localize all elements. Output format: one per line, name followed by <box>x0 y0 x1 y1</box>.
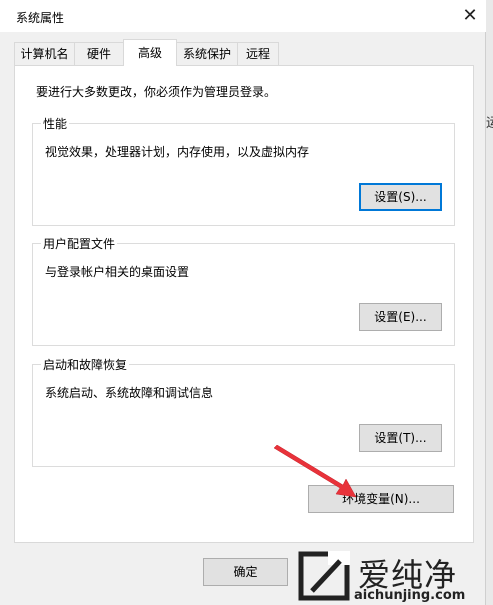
startup-recovery-description: 系统启动、系统故障和调试信息 <box>45 386 214 400</box>
startup-recovery-title: 启动和故障恢复 <box>41 356 130 373</box>
red-arrow-annotation <box>273 445 357 498</box>
performance-title: 性能 <box>41 115 70 132</box>
startup-recovery-group: 启动和故障恢复 系统启动、系统故障和调试信息 设置(T)... <box>32 356 455 467</box>
admin-notice: 要进行大多数更改，你必须作为管理员登录。 <box>36 85 277 99</box>
user-profiles-group: 用户配置文件 与登录帐户相关的桌面设置 设置(E)... <box>32 235 455 346</box>
tab-computer-name[interactable]: 计算机名 <box>14 42 75 65</box>
system-properties-dialog: 系统属性 ✕ 计算机名 硬件 高级 系统保护 远程 要进行大多数更改，你必须作为… <box>0 0 486 605</box>
title-bar: 系统属性 ✕ <box>0 0 486 32</box>
tab-system-protection[interactable]: 系统保护 <box>176 42 238 65</box>
close-button[interactable]: ✕ <box>458 4 482 28</box>
tab-remote[interactable]: 远程 <box>237 42 279 65</box>
tab-advanced[interactable]: 高级 <box>123 39 177 66</box>
performance-group: 性能 视觉效果，处理器计划，内存使用，以及虚拟内存 设置(S)... <box>32 115 455 226</box>
advanced-tab-panel: 要进行大多数更改，你必须作为管理员登录。 性能 视觉效果，处理器计划，内存使用，… <box>14 65 474 543</box>
user-profiles-title: 用户配置文件 <box>41 235 118 252</box>
close-icon: ✕ <box>462 5 478 26</box>
performance-description: 视觉效果，处理器计划，内存使用，以及虚拟内存 <box>45 145 310 159</box>
watermark-url: aichunjing.com <box>354 588 466 603</box>
window-title: 系统属性 <box>16 11 65 25</box>
background-window-edge <box>486 0 493 605</box>
user-profiles-settings-button[interactable]: 设置(E)... <box>359 303 442 331</box>
tab-hardware[interactable]: 硬件 <box>74 42 124 65</box>
slash-box-logo-icon <box>298 551 350 601</box>
ok-button[interactable]: 确定 <box>203 558 288 586</box>
background-edge-text: 运 <box>486 116 493 131</box>
watermark: 爱纯净 aichunjing.com <box>296 548 486 605</box>
startup-recovery-settings-button[interactable]: 设置(T)... <box>359 424 442 452</box>
performance-settings-button[interactable]: 设置(S)... <box>359 183 442 211</box>
user-profiles-description: 与登录帐户相关的桌面设置 <box>45 265 190 279</box>
